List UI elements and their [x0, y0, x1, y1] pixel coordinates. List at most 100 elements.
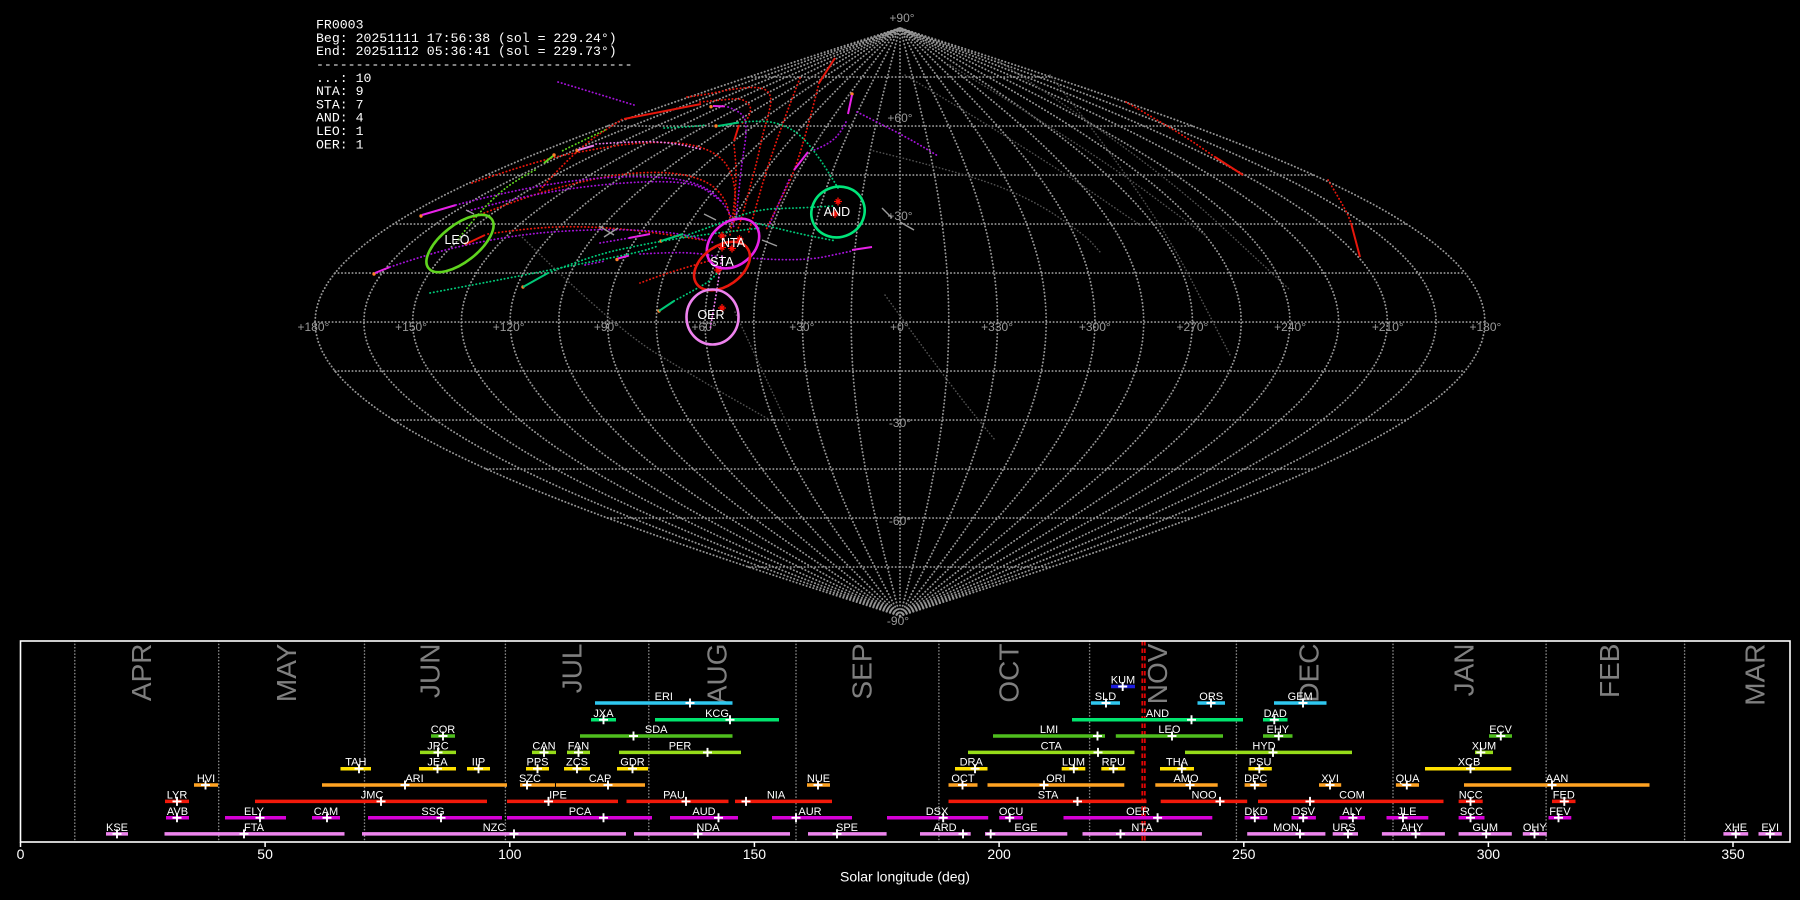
svg-text:EGE: EGE — [1014, 822, 1037, 834]
svg-text:XHE: XHE — [1724, 822, 1747, 834]
svg-text:SCC: SCC — [1460, 806, 1483, 818]
svg-text:IPE: IPE — [549, 789, 567, 801]
svg-text:SEP: SEP — [847, 644, 878, 700]
svg-text:JAN: JAN — [1448, 644, 1479, 697]
svg-text:KCG: KCG — [705, 708, 729, 720]
svg-text:DSX: DSX — [926, 806, 949, 818]
svg-text:+60°: +60° — [887, 111, 912, 125]
svg-text:HYD: HYD — [1252, 740, 1275, 752]
svg-text:-30°: -30° — [889, 416, 911, 430]
svg-text:FEB: FEB — [1594, 644, 1625, 698]
svg-text:GDR: GDR — [620, 757, 645, 769]
svg-text:SSG: SSG — [421, 806, 444, 818]
svg-text:-90°: -90° — [887, 614, 909, 628]
svg-text:NOV: NOV — [1142, 643, 1173, 704]
svg-text:AMO: AMO — [1173, 773, 1199, 785]
svg-text:+0°: +0° — [890, 320, 909, 334]
svg-text:MAR: MAR — [1740, 644, 1771, 706]
svg-text:JUL: JUL — [556, 644, 587, 694]
svg-text:+180°: +180° — [1469, 320, 1501, 334]
svg-text:50: 50 — [257, 846, 273, 862]
svg-text:-60°: -60° — [889, 514, 911, 528]
svg-text:KSE: KSE — [106, 822, 128, 834]
svg-text:NDA: NDA — [696, 822, 720, 834]
svg-text:AUR: AUR — [798, 806, 821, 818]
svg-text:JMC: JMC — [361, 789, 384, 801]
svg-text:EHY: EHY — [1266, 724, 1289, 736]
svg-text:DRA: DRA — [960, 757, 984, 769]
svg-text:FAN: FAN — [568, 740, 589, 752]
svg-text:SZC: SZC — [519, 773, 541, 785]
svg-text:URS: URS — [1332, 822, 1355, 834]
svg-text:100: 100 — [498, 846, 522, 862]
svg-text:OCT: OCT — [951, 773, 975, 785]
svg-text:PCA: PCA — [569, 806, 592, 818]
svg-text:LMI: LMI — [1040, 724, 1058, 736]
svg-text:+30°: +30° — [887, 209, 912, 223]
svg-text:XUM: XUM — [1472, 740, 1496, 752]
svg-text:FED: FED — [1553, 789, 1575, 801]
svg-text:ARD: ARD — [933, 822, 956, 834]
svg-text:JEA: JEA — [427, 757, 448, 769]
svg-text:+300°: +300° — [1079, 320, 1111, 334]
svg-text:STA: STA — [1038, 789, 1059, 801]
svg-text:JUN: JUN — [414, 644, 445, 698]
svg-text:250: 250 — [1232, 846, 1256, 862]
svg-text:NIA: NIA — [767, 789, 786, 801]
svg-text:ELY: ELY — [244, 806, 265, 818]
svg-text:FEV: FEV — [1549, 806, 1571, 818]
svg-text:LUM: LUM — [1062, 757, 1085, 769]
svg-text:150: 150 — [743, 846, 767, 862]
svg-text:AAN: AAN — [1546, 773, 1569, 785]
svg-text:NUE: NUE — [807, 773, 830, 785]
svg-text:+90°: +90° — [594, 320, 619, 334]
svg-text:PSU: PSU — [1249, 757, 1272, 769]
svg-text:FTA: FTA — [244, 822, 265, 834]
svg-text:OHY: OHY — [1523, 822, 1548, 834]
svg-text:+270°: +270° — [1176, 320, 1208, 334]
svg-text:DPC: DPC — [1244, 773, 1267, 785]
svg-text:+90°: +90° — [889, 11, 914, 25]
svg-text:IIP: IIP — [472, 757, 485, 769]
svg-text:DKD: DKD — [1244, 806, 1267, 818]
svg-text:CTA: CTA — [1041, 740, 1063, 752]
svg-text:+150°: +150° — [395, 320, 427, 334]
svg-text:ORS: ORS — [1199, 691, 1223, 703]
svg-text:PPS: PPS — [526, 757, 548, 769]
svg-text:ECV: ECV — [1489, 724, 1512, 736]
svg-text:300: 300 — [1477, 846, 1501, 862]
svg-text:THA: THA — [1166, 757, 1189, 769]
svg-text:OER: OER — [697, 308, 724, 322]
svg-text:MON: MON — [1273, 822, 1299, 834]
svg-text:Solar longitude (deg): Solar longitude (deg) — [840, 869, 970, 885]
svg-text:SPE: SPE — [836, 822, 858, 834]
svg-text:DAD: DAD — [1264, 708, 1287, 720]
svg-text:OER: OER — [1126, 806, 1150, 818]
svg-text:NZC: NZC — [483, 822, 506, 834]
svg-text:LYR: LYR — [167, 789, 188, 801]
svg-text:NCC: NCC — [1459, 789, 1483, 801]
svg-text:COR: COR — [431, 724, 456, 736]
svg-text:ZCS: ZCS — [566, 757, 588, 769]
svg-text:JRC: JRC — [427, 740, 448, 752]
svg-text:JLE: JLE — [1398, 806, 1417, 818]
svg-text:LEO: LEO — [1158, 724, 1180, 736]
svg-text:+30°: +30° — [789, 320, 814, 334]
svg-text:200: 200 — [987, 846, 1011, 862]
svg-text:350: 350 — [1721, 846, 1745, 862]
svg-text:AUG: AUG — [702, 644, 733, 705]
svg-text:+180°: +180° — [297, 320, 329, 334]
svg-text:+120°: +120° — [493, 320, 525, 334]
svg-text:OCT: OCT — [993, 644, 1024, 703]
svg-text:XCB: XCB — [1458, 757, 1481, 769]
svg-text:LEO: LEO — [444, 233, 469, 247]
svg-text:MAY: MAY — [271, 643, 302, 702]
svg-text:ORI: ORI — [1046, 773, 1066, 785]
svg-text:SLD: SLD — [1095, 691, 1116, 703]
svg-text:XVI: XVI — [1321, 773, 1339, 785]
svg-text:NTA: NTA — [1131, 822, 1153, 834]
svg-text:CAM: CAM — [314, 806, 338, 818]
svg-text:ERI: ERI — [655, 691, 673, 703]
svg-text:AND: AND — [824, 205, 850, 219]
svg-text:AND: AND — [1146, 708, 1169, 720]
